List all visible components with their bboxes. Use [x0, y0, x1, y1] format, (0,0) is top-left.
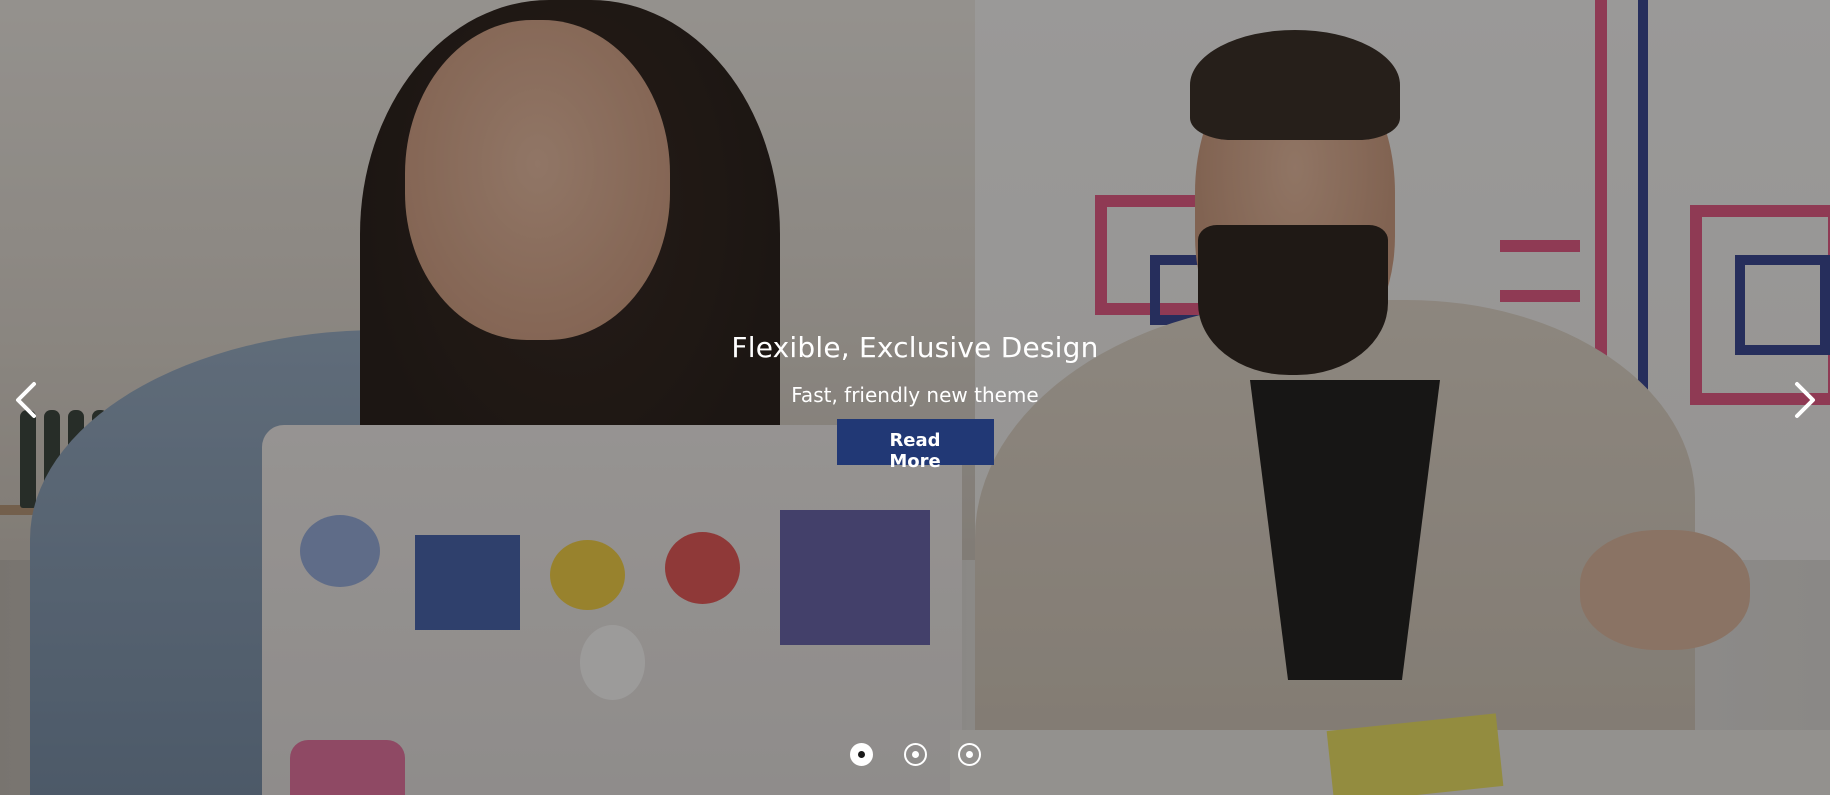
pagination-dot-1[interactable] [850, 743, 873, 766]
dot-icon [858, 751, 865, 758]
next-slide-button[interactable] [1787, 378, 1821, 422]
chevron-right-icon [1795, 382, 1815, 418]
pagination-dot-3[interactable] [958, 743, 981, 766]
hero-slider: Flexible, Exclusive Design Fast, friendl… [0, 0, 1830, 795]
dot-icon [966, 751, 973, 758]
slide-caption: Flexible, Exclusive Design Fast, friendl… [0, 325, 1830, 472]
read-more-button[interactable]: Read More [836, 419, 994, 472]
slide-title: Flexible, Exclusive Design [731, 331, 1099, 364]
chevron-left-icon [16, 382, 36, 418]
previous-slide-button[interactable] [10, 378, 44, 422]
dot-icon [912, 751, 919, 758]
slide-subtitle: Fast, friendly new theme [791, 383, 1039, 407]
slider-pagination [850, 743, 981, 766]
pagination-dot-2[interactable] [904, 743, 927, 766]
